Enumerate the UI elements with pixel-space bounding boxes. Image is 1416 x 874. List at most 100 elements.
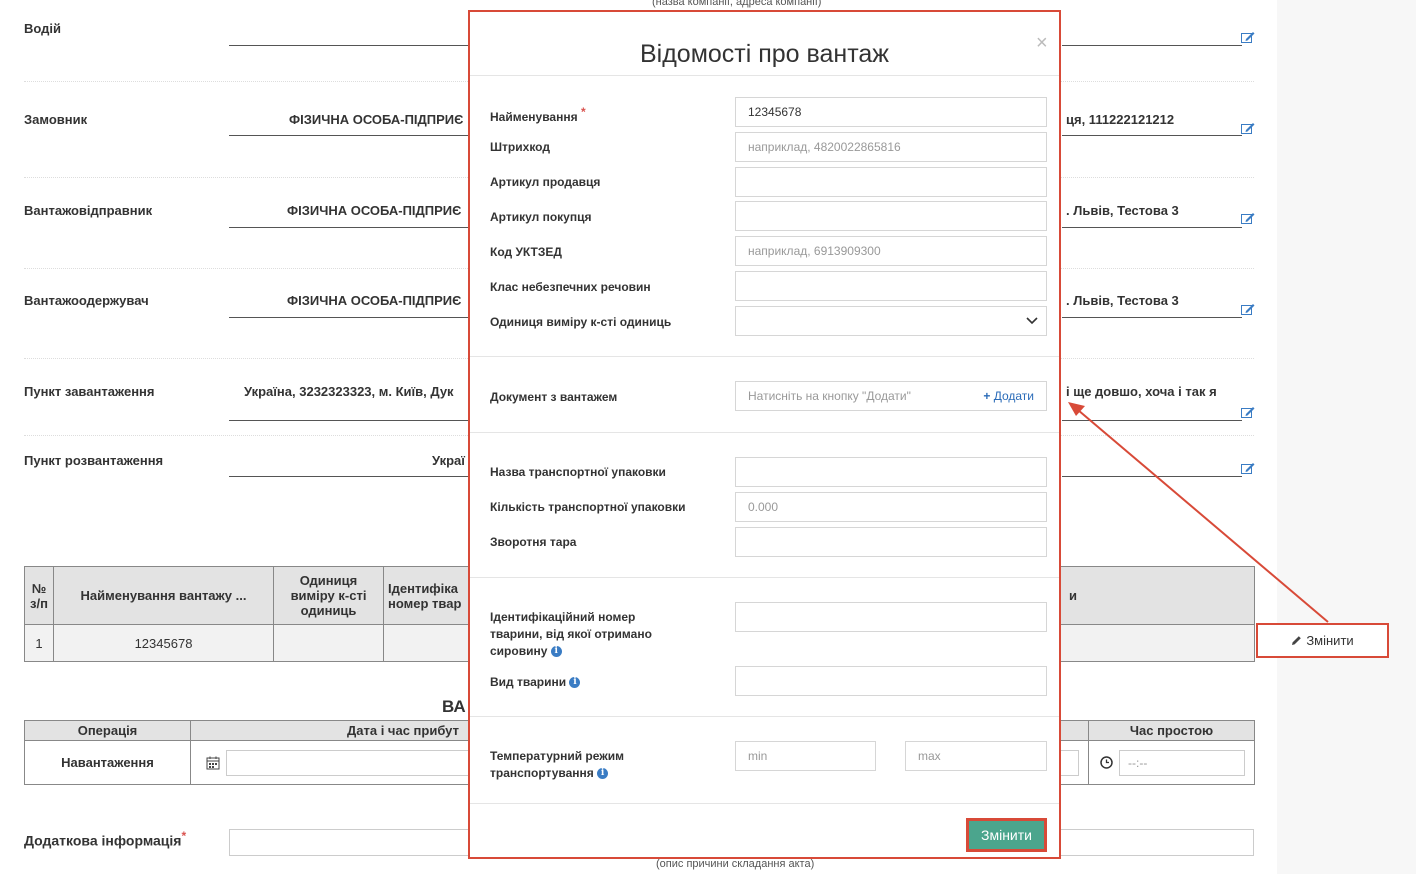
uktzed-label: Код УКТЗЕД bbox=[490, 245, 562, 259]
customer-field-line-right bbox=[1062, 135, 1242, 136]
modal-divider bbox=[470, 356, 1059, 357]
temperature-min-input[interactable]: min bbox=[735, 741, 876, 771]
unit-label: Одиниця виміру к-сті одиниць bbox=[490, 315, 672, 329]
consignee-field-line-right bbox=[1062, 317, 1242, 318]
edit-icon[interactable] bbox=[1241, 406, 1255, 418]
add-document-label: Додати bbox=[993, 389, 1034, 403]
modal-divider bbox=[470, 75, 1059, 76]
ops-col-downtime: Час простою bbox=[1088, 720, 1255, 741]
document-label: Документ з вантажем bbox=[490, 390, 618, 404]
chevron-down-icon bbox=[1026, 317, 1038, 325]
edit-icon[interactable] bbox=[1241, 303, 1255, 315]
document-placeholder: Натисніть на кнопку "Додати" bbox=[748, 389, 911, 403]
animal-kind-label: Вид тварини i bbox=[490, 674, 581, 691]
cargo-col-number: № з/п bbox=[24, 566, 54, 625]
customer-left-value: ФІЗИЧНА ОСОБА-ПІДПРИЄ bbox=[289, 112, 464, 127]
animal-kind-input[interactable] bbox=[735, 666, 1047, 696]
loading-point-left-value: Україна, 3232323323, м. Київ, Дук bbox=[244, 384, 454, 399]
package-name-input[interactable] bbox=[735, 457, 1047, 487]
ops-col-operation: Операція bbox=[24, 720, 191, 741]
ops-cell-loading: Навантаження bbox=[24, 740, 191, 785]
cargo-cell-unit bbox=[273, 624, 384, 662]
customer-label: Замовник bbox=[24, 112, 88, 127]
downtime-input[interactable]: --:-- bbox=[1119, 749, 1245, 776]
required-star: * bbox=[181, 829, 187, 843]
consignee-label: Вантажоодержувач bbox=[24, 293, 149, 308]
cargo-cell-number: 1 bbox=[24, 624, 54, 662]
cargo-cell-animal-id bbox=[383, 624, 469, 662]
name-label: Найменування * bbox=[490, 104, 586, 126]
animal-kind-label-text: Вид тварини bbox=[490, 675, 567, 689]
barcode-label: Штрихкод bbox=[490, 140, 550, 154]
calendar-icon[interactable] bbox=[206, 756, 220, 770]
cargo-col-name: Найменування вантажу ... bbox=[53, 566, 274, 625]
name-label-text: Найменування bbox=[490, 110, 578, 124]
ops-cell-downtime[interactable]: --:-- bbox=[1088, 740, 1255, 785]
consignee-right-value: . Львів, Тестова 3 bbox=[1066, 293, 1179, 308]
additional-info-label: Додаткова інформація* bbox=[24, 829, 186, 849]
edit-icon[interactable] bbox=[1241, 122, 1255, 134]
edit-icon[interactable] bbox=[1241, 212, 1255, 224]
hazard-class-input[interactable] bbox=[735, 271, 1047, 301]
driver-field-line bbox=[229, 45, 469, 46]
customer-right-value: ця, 111222121212 bbox=[1066, 112, 1175, 127]
close-icon[interactable]: × bbox=[1036, 32, 1048, 55]
seller-article-input[interactable] bbox=[735, 167, 1047, 197]
buyer-article-label: Артикул покупця bbox=[490, 210, 592, 224]
cargo-col-animal-id: Ідентифіка номер твар bbox=[383, 566, 469, 625]
name-input[interactable]: 12345678 bbox=[735, 97, 1047, 127]
cargo-col-unit: Одиниця виміру к-сті одиниць bbox=[273, 566, 384, 625]
cargo-details-modal: Відомості про вантаж × Найменування * 12… bbox=[468, 10, 1061, 859]
bottom-hint: (опис причини складання акта) bbox=[656, 858, 815, 870]
buyer-article-input[interactable] bbox=[735, 201, 1047, 231]
loading-point-label: Пункт завантаження bbox=[24, 384, 155, 399]
edit-icon[interactable] bbox=[1241, 31, 1255, 43]
shipper-left-value: ФІЗИЧНА ОСОБА-ПІДПРИЄ bbox=[287, 203, 462, 218]
shipper-label: Вантажовідправник bbox=[24, 203, 153, 218]
clock-icon bbox=[1100, 756, 1113, 769]
return-tare-input[interactable] bbox=[735, 527, 1047, 557]
animal-id-label-text: Ідентифікаційний номер тварини, від якої… bbox=[490, 610, 652, 658]
document-input[interactable]: Натисніть на кнопку "Додати" + Додати bbox=[735, 381, 1047, 411]
info-icon[interactable]: i bbox=[569, 677, 581, 689]
unloading-point-label: Пункт розвантаження bbox=[24, 453, 164, 468]
barcode-input[interactable]: наприклад, 4820022865816 bbox=[735, 132, 1047, 162]
modal-divider bbox=[470, 716, 1059, 717]
unloading-point-field-line-right bbox=[1062, 476, 1242, 477]
consignee-left-value: ФІЗИЧНА ОСОБА-ПІДПРИЄ bbox=[287, 293, 462, 308]
hazard-class-label: Клас небезпечних речовин bbox=[490, 280, 651, 294]
package-name-label: Назва транспортної упаковки bbox=[490, 465, 666, 479]
temperature-label: Температурний режим транспортування i bbox=[490, 748, 680, 782]
temperature-max-input[interactable]: max bbox=[905, 741, 1047, 771]
consignee-field-line bbox=[229, 317, 469, 318]
shipper-field-line-right bbox=[1062, 227, 1242, 228]
loading-point-right-value: і ще довшо, хоча і так я bbox=[1066, 384, 1217, 399]
unloading-point-left-value: Украї bbox=[432, 453, 465, 468]
unit-select[interactable] bbox=[735, 306, 1047, 336]
cargo-cell-name: 12345678 bbox=[53, 624, 274, 662]
shipper-field-line bbox=[229, 227, 469, 228]
modal-divider bbox=[470, 803, 1059, 804]
info-icon[interactable]: i bbox=[597, 768, 609, 780]
plus-icon: + bbox=[983, 389, 991, 403]
animal-id-label: Ідентифікаційний номер тварини, від якої… bbox=[490, 609, 690, 660]
loading-point-field-line-right bbox=[1062, 420, 1242, 421]
customer-field-line bbox=[229, 135, 469, 136]
submit-change-button[interactable]: Змінити bbox=[966, 818, 1047, 852]
additional-info-label-text: Додаткова інформація bbox=[24, 832, 182, 849]
modal-divider bbox=[470, 432, 1059, 433]
info-icon[interactable]: i bbox=[550, 646, 562, 658]
add-document-button[interactable]: + Додати bbox=[983, 382, 1034, 410]
modal-title: Відомості про вантаж bbox=[639, 40, 890, 68]
side-change-button[interactable]: Змінити bbox=[1256, 623, 1389, 658]
edit-icon[interactable] bbox=[1241, 462, 1255, 474]
package-qty-label: Кількість транспортної упаковки bbox=[490, 500, 686, 514]
animal-id-input[interactable] bbox=[735, 602, 1047, 632]
modal-divider bbox=[470, 577, 1059, 578]
seller-article-label: Артикул продавця bbox=[490, 175, 601, 189]
package-qty-input[interactable]: 0.000 bbox=[735, 492, 1047, 522]
shipper-right-value: . Львів, Тестова 3 bbox=[1066, 203, 1179, 218]
uktzed-input[interactable]: наприклад, 6913909300 bbox=[735, 236, 1047, 266]
return-tare-label: Зворотня тара bbox=[490, 535, 577, 549]
driver-label: Водій bbox=[24, 21, 62, 36]
